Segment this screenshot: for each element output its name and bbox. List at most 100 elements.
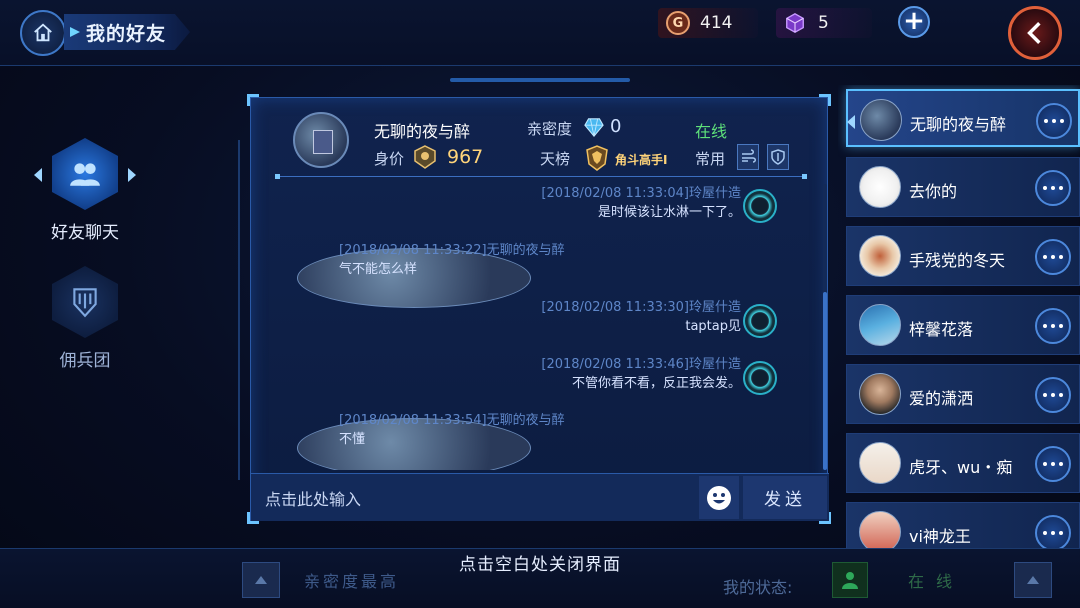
chevron-left-icon xyxy=(1027,22,1041,44)
chat-message: [2018/02/08 11:33:54]无聊的夜与醉 不懂 xyxy=(339,411,565,449)
more-options-button[interactable] xyxy=(1035,239,1071,275)
message-meta: [2018/02/08 11:33:22]无聊的夜与醉 xyxy=(339,243,565,258)
online-status: 在线 xyxy=(695,122,728,141)
page-title: 我的好友 xyxy=(64,14,190,50)
friend-name: 虎牙、wu・痴 xyxy=(909,458,1013,477)
nav-label: 好友聊天 xyxy=(51,223,119,243)
my-status-value: 在线 xyxy=(908,572,965,591)
hero-wind-icon xyxy=(742,149,756,163)
self-avatar[interactable] xyxy=(743,361,777,395)
friend-name: 无聊的夜与醉 xyxy=(910,115,1007,134)
chat-message: [2018/02/08 11:33:46]玲屋什造 不管你看不看，反正我会发。 xyxy=(541,355,741,393)
message-text: 不懂 xyxy=(339,432,366,447)
intimacy-value: 0 xyxy=(610,116,622,137)
gem-amount: 5 xyxy=(818,13,829,33)
nav-friend-chat[interactable]: 好友聊天 xyxy=(30,138,140,243)
friend-item[interactable]: 虎牙、wu・痴 xyxy=(846,433,1080,493)
avatar xyxy=(859,235,901,277)
more-options-button[interactable] xyxy=(1035,515,1071,550)
price-value: 967 xyxy=(447,146,484,168)
friend-list[interactable]: 无聊的夜与醉 去你的 手残党的冬天 梓馨花落 爱的潇洒 虎牙、wu・痴 vi神龙… xyxy=(838,85,1080,550)
guild-icon xyxy=(73,288,97,318)
chat-panel: 无聊的夜与醉 身价 967 亲密度 0 在线 天榜 角斗高手I 常用 [2018… xyxy=(247,94,831,524)
message-text: 是时候该让水淋一下了。 xyxy=(597,205,741,220)
common-heroes-label: 常用 xyxy=(695,150,726,168)
status-toggle-button[interactable] xyxy=(1014,562,1052,598)
plus-icon: + xyxy=(903,6,925,36)
back-button[interactable] xyxy=(1008,6,1062,60)
scrollbar-thumb[interactable] xyxy=(823,292,827,470)
more-options-button[interactable] xyxy=(1035,446,1071,482)
chat-input-bar: 点击此处输入 发送 xyxy=(251,473,829,521)
more-options-button[interactable] xyxy=(1035,170,1071,206)
nav-arrow-right-icon xyxy=(128,168,136,182)
status-indicator xyxy=(832,562,868,598)
nav-guild[interactable]: 佣兵团 xyxy=(30,266,140,371)
gold-amount: 414 xyxy=(700,13,733,33)
chat-input[interactable]: 点击此处输入 xyxy=(251,474,695,521)
emoji-button[interactable] xyxy=(699,476,739,519)
intimacy-label: 亲密度 xyxy=(527,120,573,138)
chat-message: [2018/02/08 11:33:30]玲屋什造 taptap见 xyxy=(541,298,741,336)
gold-coin-icon: G xyxy=(666,11,690,35)
friend-name: 爱的潇洒 xyxy=(909,389,974,408)
friend-name: 无聊的夜与醉 xyxy=(374,122,471,141)
common-hero-slot[interactable] xyxy=(737,144,759,170)
avatar xyxy=(859,442,901,484)
message-text: 不管你看不看，反正我会发。 xyxy=(571,376,741,391)
home-icon xyxy=(34,23,52,42)
rank-value: 角斗高手I xyxy=(615,153,668,167)
person-icon xyxy=(842,572,858,589)
hero-shield-icon xyxy=(771,149,785,165)
avatar xyxy=(860,99,902,141)
avatar xyxy=(859,166,901,208)
price-badge-icon xyxy=(414,145,436,169)
self-avatar[interactable] xyxy=(743,189,777,223)
gold-counter: G 414 xyxy=(658,8,758,38)
more-options-button[interactable] xyxy=(1035,308,1071,344)
nav-arrow-left-icon xyxy=(34,168,42,182)
add-currency-button[interactable]: + xyxy=(898,6,930,38)
common-hero-slot[interactable] xyxy=(767,144,789,170)
home-button[interactable] xyxy=(20,10,66,56)
self-avatar[interactable] xyxy=(743,304,777,338)
sort-label: 亲密度最高 xyxy=(304,572,400,591)
smiley-icon xyxy=(707,485,731,510)
friend-profile-header: 无聊的夜与醉 身价 967 亲密度 0 在线 天榜 角斗高手I 常用 xyxy=(251,98,829,180)
avatar xyxy=(859,373,901,415)
friend-item[interactable]: 梓馨花落 xyxy=(846,295,1080,355)
nav-label: 佣兵团 xyxy=(59,351,111,371)
header-divider xyxy=(275,174,807,179)
more-options-button[interactable] xyxy=(1036,103,1072,139)
message-meta: [2018/02/08 11:33:30]玲屋什造 xyxy=(541,300,741,315)
nav-hex-active xyxy=(52,138,118,210)
friend-item[interactable]: 爱的潇洒 xyxy=(846,364,1080,424)
chat-message: [2018/02/08 11:33:22]无聊的夜与醉 气不能怎么样 xyxy=(339,241,565,279)
chat-message: [2018/02/08 11:33:04]玲屋什造 是时候该让水淋一下了。 xyxy=(541,184,741,222)
more-options-button[interactable] xyxy=(1035,377,1071,413)
triangle-up-icon xyxy=(255,576,267,584)
friend-item[interactable]: vi神龙王 xyxy=(846,502,1080,550)
frame-line xyxy=(238,140,240,480)
avatar xyxy=(859,511,901,550)
message-scrollbar[interactable] xyxy=(823,184,827,470)
message-meta: [2018/02/08 11:33:46]玲屋什造 xyxy=(541,357,741,372)
top-bar: 我的好友 G 414 5 + xyxy=(0,0,1080,66)
friend-item[interactable]: 去你的 xyxy=(846,157,1080,217)
message-meta: [2018/02/08 11:33:54]无聊的夜与醉 xyxy=(339,413,565,428)
left-nav: 好友聊天 佣兵团 xyxy=(0,80,170,550)
close-hint[interactable]: 点击空白处关闭界面 xyxy=(440,550,640,575)
message-list[interactable]: [2018/02/08 11:33:04]玲屋什造 是时候该让水淋一下了。 [2… xyxy=(251,184,819,470)
friend-avatar[interactable] xyxy=(293,112,349,168)
send-button[interactable]: 发送 xyxy=(743,476,827,519)
my-status-label: 我的状态: xyxy=(723,578,793,597)
rank-badge-icon xyxy=(586,145,608,171)
friend-name: vi神龙王 xyxy=(909,527,971,546)
friend-name: 梓馨花落 xyxy=(909,320,974,339)
nav-hex xyxy=(52,266,118,338)
price-label: 身价 xyxy=(374,150,405,168)
friend-item[interactable]: 手残党的冬天 xyxy=(846,226,1080,286)
sort-toggle-button[interactable] xyxy=(242,562,280,598)
rank-label: 天榜 xyxy=(540,150,571,168)
friend-item[interactable]: 无聊的夜与醉 xyxy=(846,89,1080,147)
